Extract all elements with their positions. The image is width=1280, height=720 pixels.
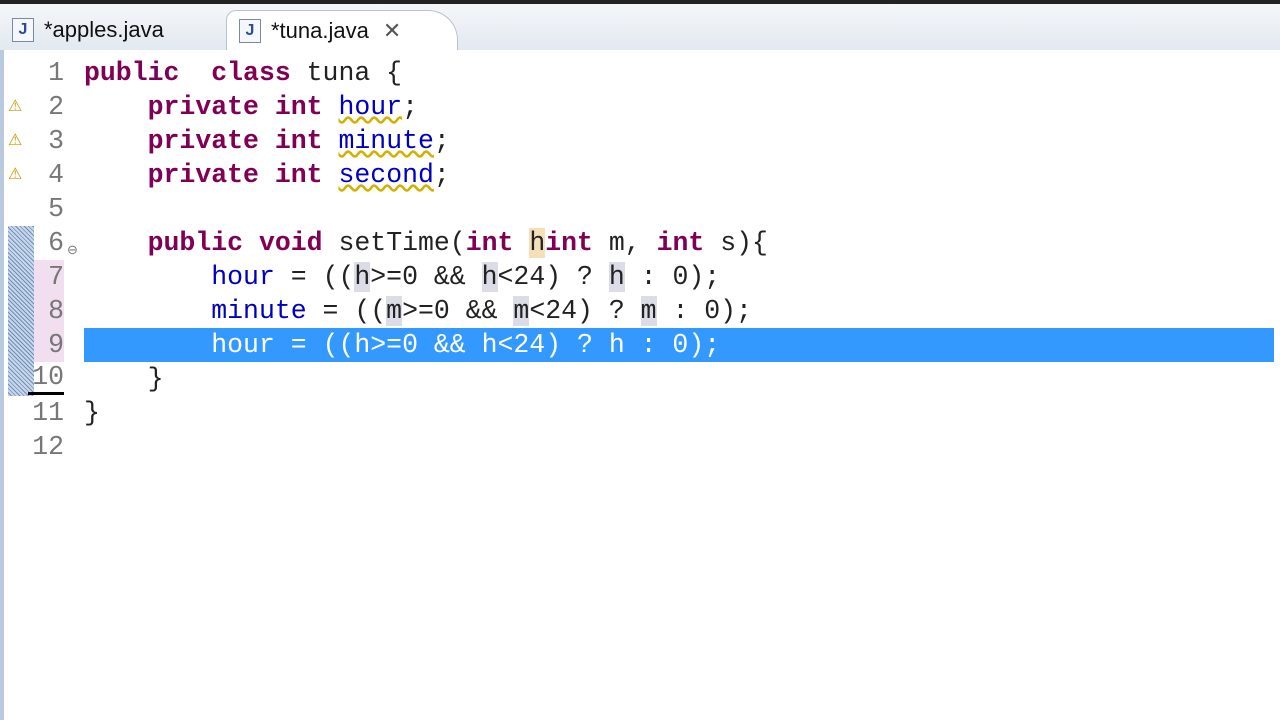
line-number: 10 bbox=[28, 362, 64, 395]
line-number: 12 bbox=[32, 432, 64, 462]
line-number: 6 bbox=[48, 228, 64, 258]
line-number: 4 bbox=[48, 160, 64, 190]
line-number: 7 bbox=[48, 262, 64, 292]
java-file-icon: J bbox=[239, 19, 261, 43]
code-text: minute = ((m>=0 && m<24) ? m : 0); bbox=[211, 296, 752, 326]
code-line[interactable]: 8 minute = ((m>=0 && m<24) ? m : 0); bbox=[4, 294, 1280, 328]
warning-lightbulb-icon[interactable]: ⚠ bbox=[8, 158, 22, 192]
code-text: private int hour; bbox=[147, 92, 419, 122]
line-number: 3 bbox=[48, 126, 64, 156]
code-editor[interactable]: 1 public class tuna { ⚠ 2 private int hour;… bbox=[0, 50, 1280, 720]
code-line[interactable]: 12 bbox=[4, 430, 1280, 464]
code-text: } bbox=[84, 364, 164, 394]
tab-label: *apples.java bbox=[44, 17, 164, 42]
code-text: hour = ((h>=0 && h<24) ? h : 0); bbox=[211, 262, 721, 292]
tab-apples-java[interactable]: J *apples.java bbox=[0, 10, 222, 50]
tab-tuna-java[interactable]: J *tuna.java ✕ bbox=[226, 10, 458, 51]
code-line[interactable]: 7 hour = ((h>=0 && h<24) ? h : 0); bbox=[4, 260, 1280, 294]
code-line[interactable]: 6 ⊖ public void setTime(int hint m, int s… bbox=[4, 226, 1280, 260]
code-text: private int minute; bbox=[147, 126, 450, 156]
tab-label: *tuna.java bbox=[271, 18, 369, 43]
code-line[interactable]: ⚠ 2 private int hour; bbox=[4, 90, 1280, 124]
line-number: 2 bbox=[48, 92, 64, 122]
close-tab-icon[interactable]: ✕ bbox=[383, 18, 401, 44]
warning-lightbulb-icon[interactable]: ⚠ bbox=[8, 90, 22, 124]
code-text: public class tuna { bbox=[84, 58, 403, 88]
code-line[interactable]: ⚠ 3 private int minute; bbox=[4, 124, 1280, 158]
code-line[interactable]: 10 } bbox=[4, 362, 1280, 396]
editor-tab-bar: J *apples.java J *tuna.java ✕ bbox=[0, 0, 1280, 51]
code-line[interactable]: ⚠ 4 private int second; bbox=[4, 158, 1280, 192]
line-number: 9 bbox=[48, 330, 64, 360]
code-text: hour = ((h>=0 && h<24) ? h : 0); bbox=[211, 330, 721, 360]
code-line[interactable]: 1 public class tuna { bbox=[4, 56, 1280, 90]
warning-lightbulb-icon[interactable]: ⚠ bbox=[8, 124, 22, 158]
line-number: 8 bbox=[48, 296, 64, 326]
code-text: private int second; bbox=[147, 160, 450, 190]
code-line[interactable]: 5 bbox=[4, 192, 1280, 226]
java-file-icon: J bbox=[12, 18, 34, 42]
line-number: 1 bbox=[48, 58, 64, 88]
code-line[interactable]: 9 hour = ((h>=0 && h<24) ? h : 0); bbox=[4, 328, 1280, 362]
line-number: 5 bbox=[48, 194, 64, 224]
line-number: 11 bbox=[32, 398, 64, 428]
code-text: } bbox=[84, 398, 100, 428]
code-line[interactable]: 11} bbox=[4, 396, 1280, 430]
code-text: public void setTime(int hint m, int s){ bbox=[147, 228, 768, 258]
